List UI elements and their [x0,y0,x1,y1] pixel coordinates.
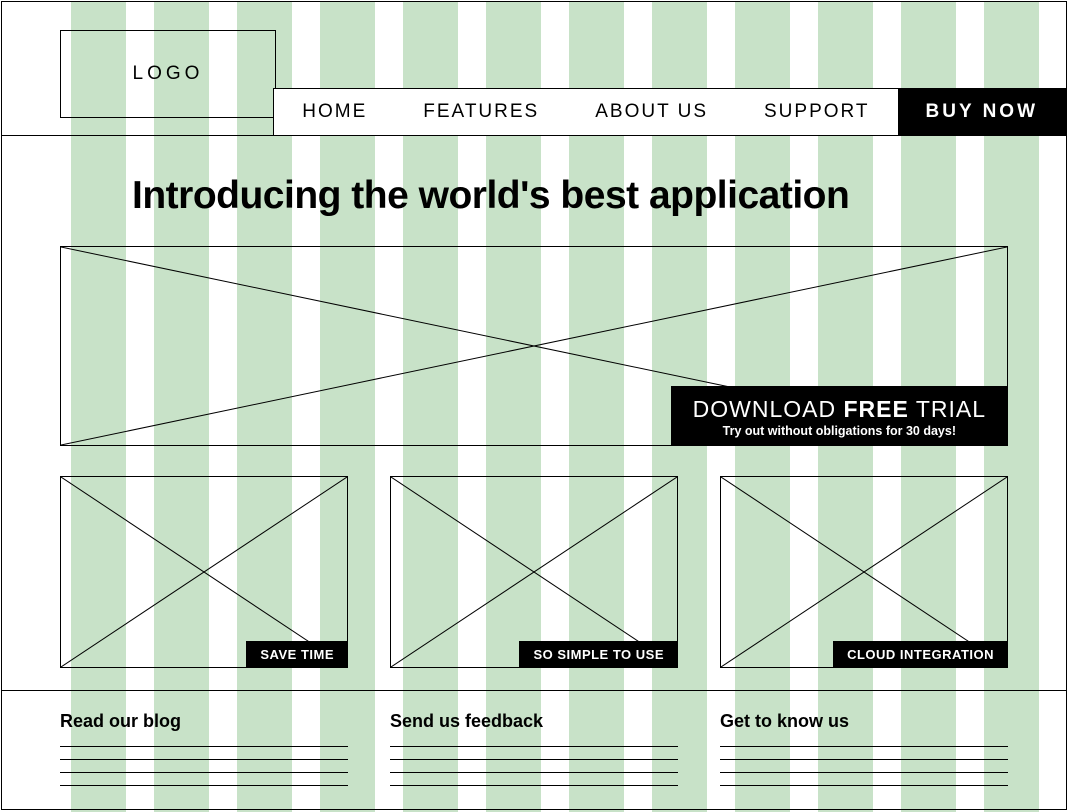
nav-buy-now[interactable]: BUY NOW [898,89,1066,135]
footer-line[interactable] [720,785,1008,798]
footer-line[interactable] [60,785,348,798]
hero-headline: Introducing the world's best application [60,174,1008,246]
footer-title: Read our blog [60,711,348,732]
feature-card-2[interactable]: SO SIMPLE TO USE [390,476,678,668]
feature-tag: CLOUD INTEGRATION [833,641,1008,668]
footer-line[interactable] [720,772,1008,785]
hero-section: Introducing the world's best application… [2,136,1066,446]
footer-line[interactable] [390,746,678,759]
nav-about[interactable]: ABOUT US [567,89,736,135]
page-frame: LOGO HOME FEATURES ABOUT US SUPPORT BUY … [1,1,1067,810]
feature-tag: SAVE TIME [246,641,348,668]
footer-line[interactable] [720,759,1008,772]
cta-main-text: DOWNLOAD FREE TRIAL [693,396,986,423]
footer-line[interactable] [720,746,1008,759]
footer-title: Send us feedback [390,711,678,732]
nav-home[interactable]: HOME [274,89,395,135]
nav-features[interactable]: FEATURES [395,89,567,135]
feature-card-3[interactable]: CLOUD INTEGRATION [720,476,1008,668]
feature-card-1[interactable]: SAVE TIME [60,476,348,668]
footer-col-feedback: Send us feedback [390,711,678,798]
hero-image-placeholder: DOWNLOAD FREE TRIAL Try out without obli… [60,246,1008,446]
logo-placeholder[interactable]: LOGO [60,30,276,118]
cta-subtext: Try out without obligations for 30 days! [693,424,986,438]
cta-download-trial[interactable]: DOWNLOAD FREE TRIAL Try out without obli… [671,386,1008,446]
header: LOGO HOME FEATURES ABOUT US SUPPORT BUY … [2,2,1066,136]
footer-line[interactable] [60,759,348,772]
footer-col-blog: Read our blog [60,711,348,798]
footer-line[interactable] [390,772,678,785]
feature-tag: SO SIMPLE TO USE [519,641,678,668]
footer-title: Get to know us [720,711,1008,732]
nav-support[interactable]: SUPPORT [736,89,898,135]
feature-row: SAVE TIME SO SIMPLE TO USE CLOUD INTEGRA… [2,446,1066,690]
footer-line[interactable] [60,772,348,785]
navbar: HOME FEATURES ABOUT US SUPPORT BUY NOW [273,88,1067,136]
footer-line[interactable] [60,746,348,759]
footer-line[interactable] [390,759,678,772]
footer-line[interactable] [390,785,678,798]
footer: Read our blog Send us feedback Get to kn… [2,690,1066,798]
footer-col-about: Get to know us [720,711,1008,798]
